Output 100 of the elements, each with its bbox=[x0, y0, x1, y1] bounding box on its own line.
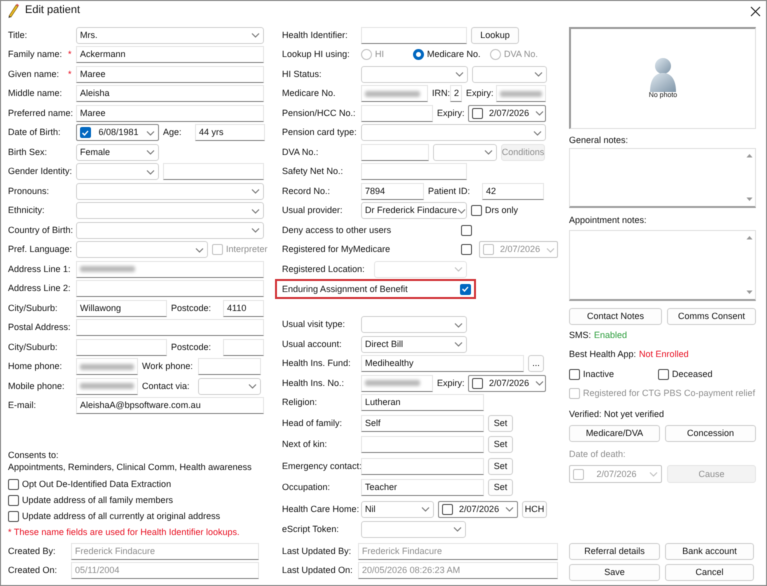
dropdown[interactable]: Dr Frederick Findacure bbox=[361, 202, 468, 220]
scroll-down-icon[interactable] bbox=[746, 290, 753, 295]
action-button[interactable]: Comms Consent bbox=[667, 308, 756, 325]
text-field[interactable]: Lutheran bbox=[361, 394, 484, 412]
action-button[interactable]: Set bbox=[488, 414, 514, 432]
field-label: Registered Location: bbox=[282, 264, 366, 275]
text-field[interactable]: 2 bbox=[450, 85, 462, 102]
action-button[interactable]: Medicare/DVA bbox=[569, 425, 660, 442]
checkbox[interactable] bbox=[460, 284, 472, 294]
checkbox-label: Inactive bbox=[583, 368, 614, 380]
checkbox[interactable] bbox=[471, 205, 482, 216]
text-field[interactable] bbox=[361, 436, 484, 453]
text-field[interactable] bbox=[76, 358, 138, 376]
radio-button[interactable] bbox=[413, 49, 424, 60]
action-button[interactable]: Concession bbox=[665, 425, 756, 442]
date-picker[interactable]: 2/07/2026 bbox=[468, 104, 546, 122]
field-label: Last Updated By: bbox=[282, 546, 352, 557]
checkbox-label: Registered for CTG PBS Co-payment relief bbox=[583, 388, 756, 398]
scroll-up-icon[interactable] bbox=[746, 153, 753, 158]
text-field[interactable]: 4110 bbox=[223, 300, 264, 317]
action-button[interactable]: Set bbox=[488, 436, 514, 453]
text-field[interactable] bbox=[76, 338, 167, 356]
date-checkbox[interactable] bbox=[472, 378, 484, 389]
text-field[interactable] bbox=[76, 280, 264, 298]
field-label: Title: bbox=[8, 30, 28, 41]
action-button[interactable]: HCH bbox=[522, 500, 548, 518]
field-label: Religion: bbox=[282, 397, 318, 408]
checkbox[interactable] bbox=[8, 478, 19, 490]
text-field[interactable]: Aleisha bbox=[76, 85, 264, 102]
field-label: Health Care Home: bbox=[282, 504, 358, 514]
text-field[interactable] bbox=[223, 338, 264, 356]
date-checkbox[interactable] bbox=[80, 127, 91, 138]
date-checkbox[interactable] bbox=[442, 504, 454, 514]
text-field[interactable] bbox=[361, 144, 430, 161]
field-label: Preferred name: bbox=[8, 108, 72, 119]
field-label: Usual provider: bbox=[282, 205, 344, 216]
chevron-down-icon bbox=[505, 506, 514, 512]
text-field[interactable]: 44 yrs bbox=[195, 124, 265, 142]
dropdown[interactable]: Nil bbox=[361, 500, 434, 518]
text-field[interactable] bbox=[361, 26, 468, 44]
text-field[interactable]: Ackermann bbox=[76, 46, 264, 64]
dropdown[interactable]: Female bbox=[76, 144, 159, 161]
field-label: Work phone: bbox=[142, 361, 194, 372]
field-label: Expiry: bbox=[437, 108, 464, 119]
text-field[interactable]: Self bbox=[361, 414, 484, 432]
field-label: Created On: bbox=[8, 565, 58, 576]
chevron-down-icon bbox=[146, 130, 155, 136]
text-field[interactable] bbox=[361, 85, 428, 102]
text-field[interactable]: Maree bbox=[76, 104, 264, 122]
text-field[interactable] bbox=[76, 378, 138, 395]
scroll-up-icon[interactable] bbox=[746, 235, 753, 240]
date-picker[interactable]: 2/07/2026 bbox=[438, 500, 518, 518]
text-field[interactable] bbox=[361, 104, 434, 122]
text-field[interactable] bbox=[198, 358, 261, 376]
field-label: Health Identifier: bbox=[282, 30, 349, 41]
notes-field[interactable] bbox=[569, 230, 756, 301]
text-field[interactable] bbox=[76, 260, 264, 278]
text-field[interactable] bbox=[76, 319, 264, 336]
text-field[interactable]: AleishaA@bpsoftware.com.au bbox=[76, 397, 264, 414]
checkbox[interactable] bbox=[569, 368, 580, 380]
text-field[interactable] bbox=[361, 374, 434, 392]
action-button[interactable]: Lookup bbox=[471, 26, 520, 44]
field-label: Birth Sex: bbox=[8, 146, 48, 158]
field-label: Postal Address: bbox=[8, 322, 72, 334]
checkbox[interactable] bbox=[8, 510, 19, 522]
text-field[interactable]: 7894 bbox=[361, 182, 424, 200]
notes-field[interactable] bbox=[569, 148, 756, 208]
radio-label: HI bbox=[375, 49, 384, 60]
checkbox[interactable] bbox=[461, 224, 472, 236]
date-picker[interactable]: 2/07/2026 bbox=[468, 374, 546, 392]
date-picker[interactable]: 6/08/1981 bbox=[76, 124, 159, 142]
action-button[interactable]: Bank account bbox=[665, 543, 754, 560]
dropdown[interactable]: Direct Bill bbox=[361, 336, 468, 353]
field-label: Patient ID: bbox=[428, 186, 472, 197]
required-mark: * bbox=[68, 68, 72, 80]
text-field[interactable] bbox=[163, 163, 264, 180]
action-button[interactable]: Set bbox=[488, 479, 514, 496]
dropdown[interactable]: Mrs. bbox=[76, 26, 264, 44]
field-label: Home phone: bbox=[8, 361, 64, 372]
action-button[interactable]: Set bbox=[488, 458, 514, 474]
checkbox[interactable] bbox=[8, 494, 19, 506]
action-button[interactable]: Save bbox=[569, 564, 660, 581]
text-field[interactable]: Medihealthy bbox=[361, 355, 524, 372]
checkbox[interactable] bbox=[658, 368, 669, 380]
chevron-down-icon bbox=[251, 32, 260, 38]
action-button[interactable]: Referral details bbox=[569, 543, 660, 560]
text-field[interactable]: Willawong bbox=[76, 300, 167, 317]
text-field[interactable]: Maree bbox=[76, 66, 264, 83]
action-button[interactable]: Contact Notes bbox=[569, 308, 662, 325]
scroll-down-icon[interactable] bbox=[746, 197, 753, 202]
text-field[interactable]: 42 bbox=[482, 182, 544, 200]
action-button[interactable]: Cancel bbox=[665, 564, 754, 581]
text-field[interactable] bbox=[361, 163, 468, 180]
close-icon[interactable] bbox=[750, 6, 761, 16]
text-field[interactable] bbox=[361, 458, 484, 474]
text-field[interactable]: Teacher bbox=[361, 479, 484, 496]
text-field[interactable] bbox=[496, 85, 546, 102]
checkbox[interactable] bbox=[461, 244, 472, 256]
action-button[interactable]: ... bbox=[528, 355, 544, 372]
date-checkbox[interactable] bbox=[472, 108, 484, 119]
